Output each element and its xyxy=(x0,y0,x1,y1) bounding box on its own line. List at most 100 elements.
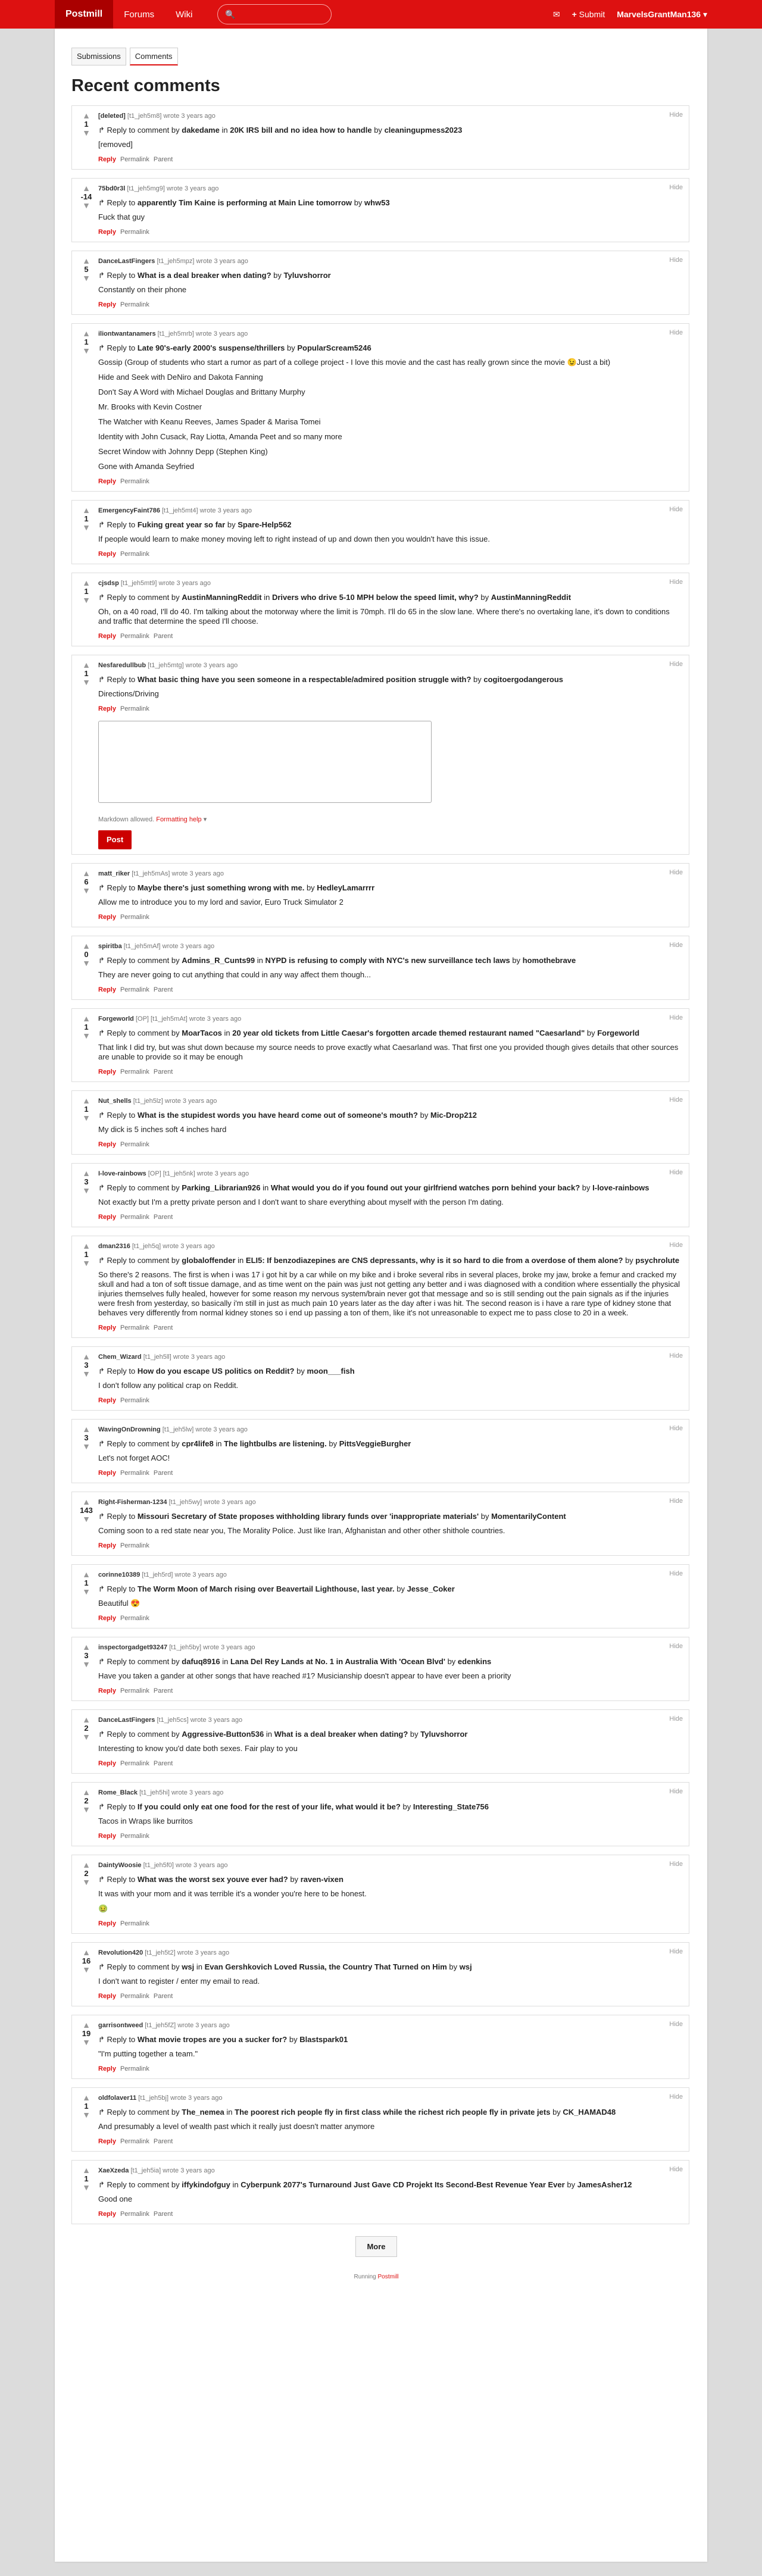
parent-comment-author[interactable]: dakedame xyxy=(182,126,220,135)
hide-button[interactable]: Hide xyxy=(669,1861,683,1868)
submission-author-link[interactable]: Spare-Help562 xyxy=(238,520,291,529)
downvote-arrow-icon[interactable]: ▼ xyxy=(77,886,96,895)
permalink-link[interactable]: Permalink xyxy=(120,1615,149,1622)
parent-link[interactable]: Parent xyxy=(154,156,173,163)
upvote-arrow-icon[interactable]: ▲ xyxy=(77,1425,96,1433)
parent-link[interactable]: Parent xyxy=(154,1470,173,1477)
permalink-link[interactable]: Permalink xyxy=(120,986,149,993)
downvote-arrow-icon[interactable]: ▼ xyxy=(77,596,96,604)
submission-author-link[interactable]: MomentarilyContent xyxy=(491,1512,566,1521)
reply-button[interactable]: Reply xyxy=(98,633,116,640)
parent-comment-author[interactable]: Parking_Librarian926 xyxy=(182,1183,260,1192)
comment-author[interactable]: I-love-rainbows xyxy=(98,1170,146,1177)
submission-title-link[interactable]: What movie tropes are you a sucker for? xyxy=(138,2035,287,2044)
downvote-arrow-icon[interactable]: ▼ xyxy=(77,1878,96,1886)
reply-textarea[interactable] xyxy=(98,721,432,803)
submission-author-link[interactable]: Interesting_State756 xyxy=(413,1802,489,1811)
submission-title-link[interactable]: Drivers who drive 5-10 MPH below the spe… xyxy=(272,593,479,602)
downvote-arrow-icon[interactable]: ▼ xyxy=(77,1186,96,1195)
comment-author[interactable]: DaintyWoosie xyxy=(98,1862,142,1869)
upvote-arrow-icon[interactable]: ▲ xyxy=(77,1948,96,1956)
submission-title-link[interactable]: If you could only eat one food for the r… xyxy=(138,1802,401,1811)
submission-title-link[interactable]: What is the stupidest words you have hea… xyxy=(138,1111,418,1120)
hide-button[interactable]: Hide xyxy=(669,579,683,586)
permalink-link[interactable]: Permalink xyxy=(120,914,149,921)
comment-author[interactable]: Chem_Wizard xyxy=(98,1353,142,1361)
submission-author-link[interactable]: cogitoergodangerous xyxy=(483,675,563,684)
upvote-arrow-icon[interactable]: ▲ xyxy=(77,1788,96,1796)
downvote-arrow-icon[interactable]: ▼ xyxy=(77,1370,96,1378)
submission-title-link[interactable]: The lightbulbs are listening. xyxy=(224,1439,327,1448)
submission-author-link[interactable]: PittsVeggieBurgher xyxy=(339,1439,411,1448)
upvote-arrow-icon[interactable]: ▲ xyxy=(77,1570,96,1578)
tab-comments[interactable]: Comments xyxy=(129,48,178,65)
reply-button[interactable]: Reply xyxy=(98,1615,116,1622)
submission-author-link[interactable]: edenkins xyxy=(458,1657,491,1666)
permalink-link[interactable]: Permalink xyxy=(120,2065,149,2072)
hide-button[interactable]: Hide xyxy=(669,1715,683,1722)
comment-author[interactable]: spiritba xyxy=(98,943,122,950)
hide-button[interactable]: Hide xyxy=(669,1096,683,1103)
parent-comment-author[interactable]: iffykindofguy xyxy=(182,2180,230,2189)
parent-link[interactable]: Parent xyxy=(154,1068,173,1076)
reply-button[interactable]: Reply xyxy=(98,2138,116,2145)
downvote-arrow-icon[interactable]: ▼ xyxy=(77,1965,96,1974)
upvote-arrow-icon[interactable]: ▲ xyxy=(77,1096,96,1105)
search-input[interactable]: 🔍 xyxy=(217,4,332,24)
submission-title-link[interactable]: ELI5: If benzodiazepines are CNS depress… xyxy=(246,1256,623,1265)
footer-postmill-link[interactable]: Postmill xyxy=(378,2274,399,2280)
parent-comment-author[interactable]: globaloffender xyxy=(182,1256,235,1265)
submit-button[interactable]: + Submit xyxy=(572,10,605,19)
upvote-arrow-icon[interactable]: ▲ xyxy=(77,869,96,877)
submission-author-link[interactable]: Tyluvshorror xyxy=(284,271,331,280)
permalink-link[interactable]: Permalink xyxy=(120,156,149,163)
upvote-arrow-icon[interactable]: ▲ xyxy=(77,1715,96,1724)
hide-button[interactable]: Hide xyxy=(669,942,683,949)
submission-author-link[interactable]: psychrolute xyxy=(635,1256,679,1265)
reply-button[interactable]: Reply xyxy=(98,229,116,236)
upvote-arrow-icon[interactable]: ▲ xyxy=(77,111,96,120)
submission-title-link[interactable]: 20 year old tickets from Little Caesar's… xyxy=(232,1028,585,1037)
submission-title-link[interactable]: Cyberpunk 2077's Turnaround Just Gave CD… xyxy=(241,2180,564,2189)
submission-author-link[interactable]: homothebrave xyxy=(523,956,576,965)
permalink-link[interactable]: Permalink xyxy=(120,1993,149,2000)
downvote-arrow-icon[interactable]: ▼ xyxy=(77,523,96,532)
downvote-arrow-icon[interactable]: ▼ xyxy=(77,1515,96,1523)
permalink-link[interactable]: Permalink xyxy=(120,478,149,485)
permalink-link[interactable]: Permalink xyxy=(120,633,149,640)
submission-title-link[interactable]: What is a deal breaker when dating? xyxy=(138,271,271,280)
submission-title-link[interactable]: How do you escape US politics on Reddit? xyxy=(138,1367,295,1375)
upvote-arrow-icon[interactable]: ▲ xyxy=(77,2093,96,2102)
reply-button[interactable]: Reply xyxy=(98,551,116,558)
parent-link[interactable]: Parent xyxy=(154,1687,173,1695)
hide-button[interactable]: Hide xyxy=(669,869,683,876)
parent-link[interactable]: Parent xyxy=(154,2211,173,2218)
hide-button[interactable]: Hide xyxy=(669,1242,683,1249)
reply-button[interactable]: Reply xyxy=(98,1324,116,1331)
permalink-link[interactable]: Permalink xyxy=(120,2138,149,2145)
permalink-link[interactable]: Permalink xyxy=(120,1324,149,1331)
downvote-arrow-icon[interactable]: ▼ xyxy=(77,1587,96,1596)
downvote-arrow-icon[interactable]: ▼ xyxy=(77,1442,96,1450)
reply-button[interactable]: Reply xyxy=(98,1542,116,1549)
submission-title-link[interactable]: Late 90's-early 2000's suspense/thriller… xyxy=(138,343,285,352)
formatting-help-link[interactable]: Formatting help xyxy=(156,816,201,823)
parent-link[interactable]: Parent xyxy=(154,633,173,640)
reply-button[interactable]: Reply xyxy=(98,914,116,921)
reply-button[interactable]: Reply xyxy=(98,705,116,712)
upvote-arrow-icon[interactable]: ▲ xyxy=(77,942,96,950)
comment-author[interactable]: matt_riker xyxy=(98,870,130,877)
submission-title-link[interactable]: Maybe there's just something wrong with … xyxy=(138,883,304,892)
upvote-arrow-icon[interactable]: ▲ xyxy=(77,2021,96,2029)
comment-author[interactable]: Rome_Black xyxy=(98,1789,138,1796)
comment-author[interactable]: DanceLastFingers xyxy=(98,258,155,265)
forums-link[interactable]: Forums xyxy=(113,0,165,29)
permalink-link[interactable]: Permalink xyxy=(120,1833,149,1840)
reply-button[interactable]: Reply xyxy=(98,2065,116,2072)
upvote-arrow-icon[interactable]: ▲ xyxy=(77,1169,96,1177)
hide-button[interactable]: Hide xyxy=(669,257,683,264)
permalink-link[interactable]: Permalink xyxy=(120,1397,149,1404)
downvote-arrow-icon[interactable]: ▼ xyxy=(77,2183,96,2192)
permalink-link[interactable]: Permalink xyxy=(120,1470,149,1477)
comment-author[interactable]: 75bd0r3l xyxy=(98,185,125,192)
